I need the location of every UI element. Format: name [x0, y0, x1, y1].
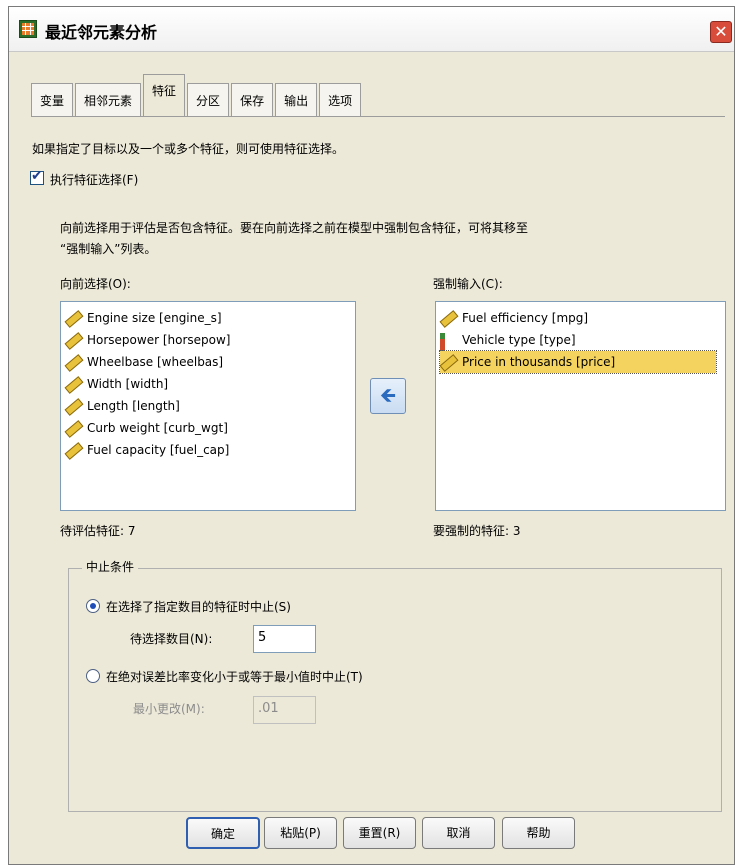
intro-text: 如果指定了目标以及一个或多个特征，则可使用特征选择。 — [32, 142, 345, 156]
list-item[interactable]: Curb weight [curb_wgt] — [64, 417, 228, 439]
stop-by-error-label[interactable]: 在绝对误差比率变化小于或等于最小值时中止(T) — [106, 668, 363, 685]
tab-variables[interactable]: 变量 — [31, 83, 74, 117]
list-item[interactable]: Width [width] — [64, 373, 168, 395]
forward-count: 待评估特征: 7 — [60, 524, 136, 538]
min-change-label: 最小更改(M): — [133, 702, 205, 716]
title-bar[interactable]: 最近邻元素分析 ✕ — [9, 7, 734, 52]
ruler-icon — [64, 353, 84, 372]
paste-button[interactable]: 粘贴(P) — [264, 817, 337, 849]
ruler-icon — [64, 309, 84, 328]
ruler-icon — [64, 397, 84, 416]
tab-features[interactable]: 特征 — [143, 74, 186, 117]
list-item[interactable]: Length [length] — [64, 395, 180, 417]
ruler-icon — [64, 441, 84, 460]
move-left-button[interactable]: 🡸 — [370, 378, 406, 414]
ruler-icon — [439, 353, 459, 372]
feature-selection-label[interactable]: 执行特征选择(F) — [50, 171, 138, 188]
tab-neighbors[interactable]: 相邻元素 — [75, 83, 142, 117]
ruler-icon — [64, 419, 84, 438]
tab-partitions[interactable]: 分区 — [187, 83, 230, 117]
number-to-select-label: 待选择数目(N): — [130, 632, 213, 646]
forward-selection-label: 向前选择(O): — [60, 277, 131, 291]
list-item-selected[interactable]: Price in thousands [price] — [439, 350, 717, 374]
help-button[interactable]: 帮助 — [502, 817, 575, 849]
list-item[interactable]: Vehicle type [type] — [440, 329, 576, 366]
stopping-criteria-legend: 中止条件 — [82, 558, 139, 575]
stop-by-error-radio[interactable] — [86, 669, 100, 683]
stop-by-count-radio[interactable] — [86, 599, 100, 613]
app-icon — [19, 20, 37, 38]
forward-selection-list[interactable]: Engine size [engine_s] Horsepower [horse… — [60, 301, 356, 511]
number-to-select-input[interactable]: 5 — [253, 625, 316, 653]
tab-strip: 变量 相邻元素 特征 分区 保存 输出 选项 — [31, 70, 363, 117]
description-line1: 向前选择用于评估是否包含特征。要在向前选择之前在模型中强制包含特征，可将其移至 — [60, 221, 529, 235]
ruler-icon — [64, 331, 84, 350]
forced-entry-label: 强制输入(C): — [433, 277, 503, 291]
description-line2: “强制输入”列表。 — [60, 242, 157, 256]
list-item[interactable]: Wheelbase [wheelbas] — [64, 351, 223, 373]
arrow-left-icon: 🡸 — [379, 383, 397, 407]
close-button[interactable]: ✕ — [710, 21, 732, 43]
tab-options[interactable]: 选项 — [319, 83, 362, 117]
ok-button[interactable]: 确定 — [186, 817, 260, 849]
window-title: 最近邻元素分析 — [45, 23, 158, 42]
forced-entry-list[interactable]: Fuel efficiency [mpg] Vehicle type [type… — [435, 301, 726, 511]
tab-save[interactable]: 保存 — [231, 83, 274, 117]
ruler-icon — [64, 375, 84, 394]
bar-chart-icon — [440, 332, 458, 366]
cancel-button[interactable]: 取消 — [422, 817, 495, 849]
list-item[interactable]: Engine size [engine_s] — [64, 307, 222, 329]
reset-button[interactable]: 重置(R) — [343, 817, 416, 849]
feature-selection-checkbox[interactable] — [30, 168, 44, 185]
list-item[interactable]: Horsepower [horsepow] — [64, 329, 231, 351]
ruler-icon — [439, 309, 459, 328]
forced-count: 要强制的特征: 3 — [433, 524, 521, 538]
list-item[interactable]: Fuel capacity [fuel_cap] — [64, 439, 229, 461]
tab-output[interactable]: 输出 — [275, 83, 318, 117]
stop-by-count-label[interactable]: 在选择了指定数目的特征时中止(S) — [106, 598, 291, 615]
list-item[interactable]: Fuel efficiency [mpg] — [439, 307, 588, 329]
min-change-input[interactable]: .01 — [253, 696, 316, 724]
